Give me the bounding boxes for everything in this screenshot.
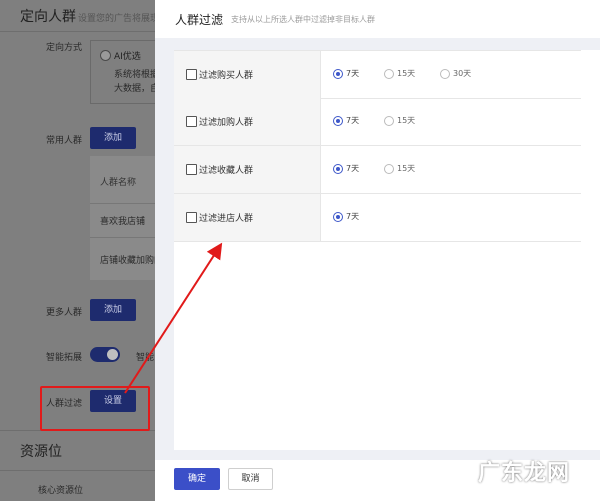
- watermark-logo: 广东龙网: [478, 460, 571, 486]
- annotation-arrow: [124, 242, 223, 394]
